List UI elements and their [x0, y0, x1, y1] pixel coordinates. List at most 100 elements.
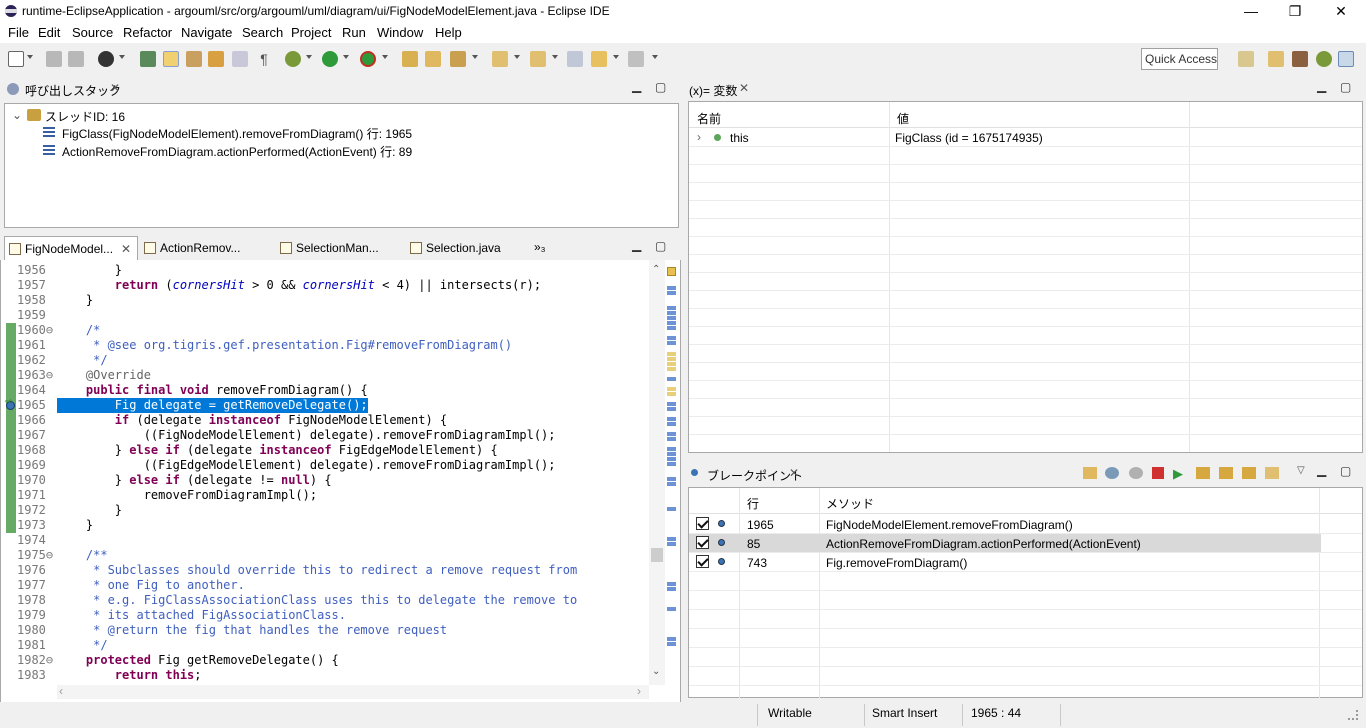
variables-minimize-icon[interactable]: ▁: [1317, 79, 1326, 93]
code-text[interactable]: * Subclasses should override this to red…: [57, 563, 577, 578]
scroll-up-icon[interactable]: ⌃: [652, 264, 660, 275]
code-text[interactable]: removeFromDiagramImpl();: [57, 488, 317, 503]
resume-icon[interactable]: ▶: [1173, 466, 1183, 482]
code-line[interactable]: 1956 }: [1, 263, 649, 278]
code-line[interactable]: 1957 return (cornersHit > 0 && cornersHi…: [1, 278, 649, 293]
breakpoints-close-icon[interactable]: ✕: [789, 466, 799, 480]
search-tool-icon[interactable]: [450, 51, 466, 67]
stack-frame[interactable]: ActionRemoveFromDiagram.actionPerformed(…: [62, 143, 412, 160]
code-line[interactable]: 1959: [1, 308, 649, 323]
profile-dropdown-icon[interactable]: [119, 55, 125, 59]
code-text[interactable]: return this;: [57, 668, 202, 683]
code-text[interactable]: @Override: [57, 368, 151, 383]
code-text[interactable]: */: [57, 353, 107, 368]
tab-fignodemodelelement[interactable]: FigNodeModel... ✕: [4, 236, 138, 260]
back-icon[interactable]: [591, 51, 607, 67]
variables-title[interactable]: (x)= 変数: [689, 82, 737, 99]
code-line[interactable]: 1980 * @return the fig that handles the …: [1, 623, 649, 638]
open-icon[interactable]: [1083, 467, 1097, 479]
variables-close-icon[interactable]: ✕: [739, 81, 749, 95]
code-text[interactable]: }: [57, 503, 122, 518]
search-dropdown-icon[interactable]: [472, 55, 478, 59]
code-text[interactable]: return (cornersHit > 0 && cornersHit < 4…: [57, 278, 541, 293]
code-line[interactable]: 1960⊖ /*: [1, 323, 649, 338]
code-text[interactable]: public final void removeFromDiagram() {: [57, 383, 368, 398]
next-annotation-icon[interactable]: [492, 51, 508, 67]
code-line[interactable]: 1969 ((FigEdgeModelElement) delegate).re…: [1, 458, 649, 473]
code-text[interactable]: } else if (delegate != null) {: [57, 473, 332, 488]
code-line[interactable]: 1967 ((FigNodeModelElement) delegate).re…: [1, 428, 649, 443]
resize-grip-icon[interactable]: [1348, 710, 1358, 720]
restore-button[interactable]: ❐: [1272, 0, 1318, 23]
callstack-minimize-icon[interactable]: ▁: [632, 79, 641, 93]
open-type-icon[interactable]: [402, 51, 418, 67]
breakpoint-enabled-checkbox[interactable]: [696, 555, 709, 568]
scroll-left-icon[interactable]: ‹: [59, 684, 63, 698]
menu-file[interactable]: File: [8, 25, 29, 40]
toggle-block-icon[interactable]: [208, 51, 224, 67]
code-text[interactable]: Fig delegate = getRemoveDelegate();: [57, 398, 368, 413]
view-menu-icon[interactable]: ▽: [1297, 465, 1305, 476]
debug-dropdown-icon[interactable]: [306, 55, 312, 59]
code-line[interactable]: 1961 * @see org.tigris.gef.presentation.…: [1, 338, 649, 353]
menu-window[interactable]: Window: [377, 25, 423, 40]
debug-icon[interactable]: [285, 51, 301, 67]
breakpoint-row[interactable]: 743 Fig.removeFromDiagram(): [689, 553, 1362, 571]
menu-navigate[interactable]: Navigate: [181, 25, 232, 40]
editor-minimize-icon[interactable]: ▁: [632, 238, 641, 252]
variable-row[interactable]: › this FigClass (id = 1675174935): [689, 129, 1362, 146]
debug-perspective-icon[interactable]: [1316, 51, 1332, 67]
breakpoints-maximize-icon[interactable]: ▢: [1340, 464, 1351, 478]
column-header-method[interactable]: メソッド: [826, 495, 874, 512]
overview-ruler-icon[interactable]: [667, 267, 676, 276]
expand-icon[interactable]: ›: [697, 130, 701, 144]
tab-close-icon[interactable]: ✕: [121, 242, 131, 256]
step-return-icon[interactable]: [1242, 467, 1256, 479]
variables-maximize-icon[interactable]: ▢: [1340, 80, 1351, 94]
prev-annotation-dropdown-icon[interactable]: [552, 55, 558, 59]
back-dropdown-icon[interactable]: [613, 55, 619, 59]
column-header-line[interactable]: 行: [747, 495, 759, 512]
code-text[interactable]: /**: [57, 548, 108, 563]
code-line[interactable]: 1971 removeFromDiagramImpl();: [1, 488, 649, 503]
code-text[interactable]: } else if (delegate instanceof FigEdgeMo…: [57, 443, 498, 458]
terminate-icon[interactable]: [1152, 467, 1164, 479]
current-line[interactable]: 1965 Fig delegate = getRemoveDelegate();: [1, 398, 649, 413]
java-perspective-icon[interactable]: [1292, 51, 1308, 67]
menu-edit[interactable]: Edit: [38, 25, 60, 40]
step-into-icon[interactable]: [1196, 467, 1210, 479]
menu-source[interactable]: Source: [72, 25, 113, 40]
word-wrap-icon[interactable]: [232, 51, 248, 67]
toggle-highlight-icon[interactable]: [163, 51, 179, 67]
code-line[interactable]: 1976 * Subclasses should override this t…: [1, 563, 649, 578]
code-line[interactable]: 1981 */: [1, 638, 649, 653]
code-text[interactable]: * @see org.tigris.gef.presentation.Fig#r…: [57, 338, 512, 353]
scroll-right-icon[interactable]: ›: [637, 684, 641, 698]
breakpoint-enabled-checkbox[interactable]: [696, 536, 709, 549]
save-all-icon[interactable]: [68, 51, 84, 67]
column-header-value[interactable]: 値: [897, 110, 909, 127]
editor-vertical-scrollbar[interactable]: ⌃ ⌄: [649, 260, 665, 685]
open-perspective-icon[interactable]: [1238, 51, 1254, 67]
callstack-close-icon[interactable]: ✕: [110, 81, 120, 95]
run-icon[interactable]: [322, 51, 338, 67]
code-line[interactable]: 1975⊖ /**: [1, 548, 649, 563]
quick-access-input[interactable]: Quick Access: [1141, 48, 1218, 70]
step-over-icon[interactable]: [1219, 467, 1233, 479]
scrollbar-thumb[interactable]: [651, 548, 663, 562]
code-text[interactable]: * its attached FigAssociationClass.: [57, 608, 346, 623]
skip-breakpoints-icon[interactable]: [140, 51, 156, 67]
minimize-button[interactable]: —: [1228, 0, 1274, 23]
close-button[interactable]: ✕: [1318, 0, 1364, 23]
code-text[interactable]: * @return the fig that handles the remov…: [57, 623, 447, 638]
run-dropdown-icon[interactable]: [343, 55, 349, 59]
code-text[interactable]: }: [57, 293, 93, 308]
editor-horizontal-scrollbar[interactable]: ‹ ›: [57, 684, 649, 699]
thread-expand-icon[interactable]: ⌄: [12, 108, 22, 122]
open-folder-icon[interactable]: [425, 51, 441, 67]
forward-dropdown-icon[interactable]: [652, 55, 658, 59]
code-line[interactable]: 1978 * e.g. FigClassAssociationClass use…: [1, 593, 649, 608]
editor-maximize-icon[interactable]: ▢: [655, 239, 666, 253]
code-line[interactable]: 1979 * its attached FigAssociationClass.: [1, 608, 649, 623]
code-line[interactable]: 1970 } else if (delegate != null) {: [1, 473, 649, 488]
